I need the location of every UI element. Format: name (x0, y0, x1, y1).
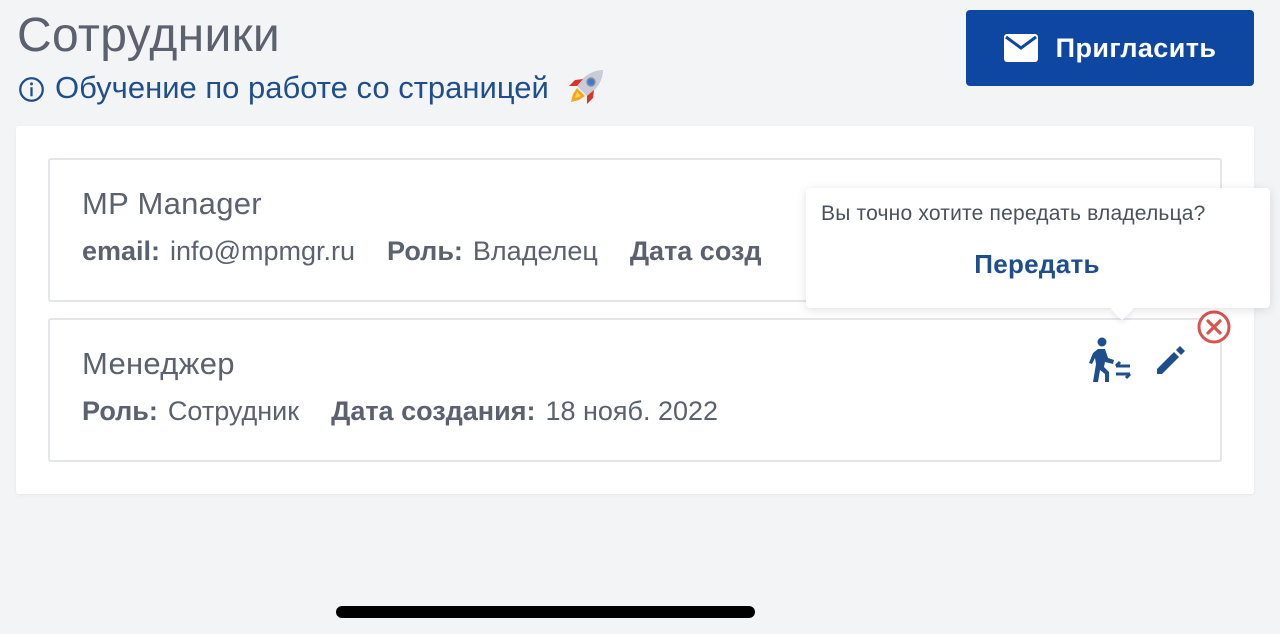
created-date-field: Дата созд (630, 236, 762, 267)
employee-list: MP Manager email: info@mpmgr.ru Роль: Вл… (16, 126, 1254, 494)
invite-button[interactable]: Пригласить (966, 10, 1254, 86)
email-label: email: (82, 236, 161, 266)
card-actions (1088, 336, 1192, 384)
tutorial-link[interactable]: Обучение по работе со страницей (18, 66, 607, 110)
created-date-value: 18 нояб. 2022 (545, 396, 719, 426)
employee-name: Менеджер (82, 346, 235, 381)
page-title: Сотрудники (17, 9, 280, 62)
role-field: Роль: Владелец (387, 236, 598, 267)
email-field: email: info@mpmgr.ru (82, 236, 355, 267)
created-date-label: Дата создания: (331, 396, 536, 426)
role-value: Сотрудник (167, 396, 300, 426)
employee-meta: Роль: Сотрудник Дата создания: 18 нояб. … (82, 396, 718, 427)
transfer-owner-popover: Вы точно хотите передать владельца? Пере… (806, 188, 1270, 308)
confirm-transfer-button[interactable]: Передать (806, 244, 1268, 284)
employee-name: MP Manager (82, 186, 262, 221)
invite-button-label: Пригласить (1055, 32, 1217, 63)
close-circle-icon[interactable] (1196, 309, 1232, 345)
email-value: info@mpmgr.ru (170, 236, 356, 266)
created-date-label: Дата созд (629, 236, 762, 266)
role-label: Роль: (387, 236, 463, 266)
role-label: Роль: (82, 396, 158, 426)
transfer-owner-icon[interactable] (1088, 336, 1132, 384)
mail-icon (1003, 34, 1038, 62)
employees-page: Сотрудники Обучение по работе со страниц… (0, 0, 1280, 634)
tutorial-link-label: Обучение по работе со страницей (55, 70, 549, 105)
created-date-field: Дата создания: 18 нояб. 2022 (331, 396, 718, 427)
role-value: Владелец (472, 236, 598, 266)
pencil-icon[interactable] (1148, 336, 1192, 384)
home-indicator (336, 606, 755, 618)
popover-question: Вы точно хотите передать владельца? (821, 202, 1206, 225)
role-field: Роль: Сотрудник (82, 396, 299, 427)
employee-meta: email: info@mpmgr.ru Роль: Владелец Дата… (82, 236, 762, 267)
rocket-icon (563, 66, 607, 110)
info-icon (18, 75, 45, 102)
employee-card[interactable]: Менеджер Роль: Сотрудник Дата создания: … (48, 318, 1222, 462)
